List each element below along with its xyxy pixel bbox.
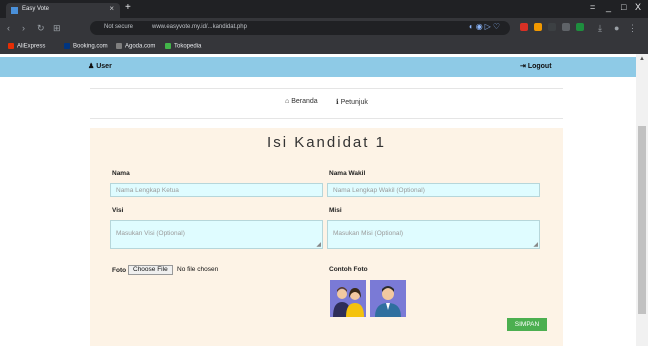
divider: [90, 118, 563, 119]
mission-label: Misi: [329, 207, 342, 214]
back-icon[interactable]: ‹: [7, 23, 10, 33]
nav-home-label: Beranda: [291, 98, 318, 105]
vision-label: Visi: [112, 207, 124, 214]
extension-icon[interactable]: [576, 23, 584, 31]
name-label: Nama: [112, 170, 130, 177]
form-title: Isi Kandidat 1: [267, 134, 386, 151]
logout-label: Logout: [527, 63, 552, 70]
nav-home-link[interactable]: ⌂ Beranda: [285, 98, 318, 105]
user-menu[interactable]: ♟ User: [88, 62, 112, 70]
minimize-button[interactable]: _: [606, 2, 611, 12]
app-header: ♟ User ⇥ Logout: [0, 57, 636, 77]
address-bar[interactable]: Not secure www.easyvote.my.id/...kandida…: [90, 21, 510, 35]
maximize-button[interactable]: □: [621, 2, 626, 12]
extension-icon[interactable]: [520, 23, 528, 31]
example-photo-label: Contoh Foto: [329, 266, 368, 273]
extension-icon[interactable]: [562, 23, 570, 31]
logout-link[interactable]: ⇥ Logout: [520, 62, 552, 70]
man-avatar-icon: [370, 280, 406, 317]
menu-icon[interactable]: ⋮: [628, 23, 637, 34]
candidate-form: Isi Kandidat 1 Nama Nama Lengkap Ketua N…: [90, 128, 563, 346]
vision-placeholder: Masukan Visi (Optional): [116, 230, 185, 237]
reload-icon[interactable]: ↻: [37, 23, 45, 34]
info-icon: ℹ: [336, 99, 339, 106]
page-scrollbar[interactable]: ▲: [636, 54, 648, 346]
bookmark-agoda[interactable]: Agoda.com: [116, 43, 155, 50]
address-bar-icons[interactable]: ◐◉▷♡: [469, 22, 502, 31]
scrollbar-thumb[interactable]: [638, 126, 646, 314]
url-text[interactable]: www.easyvote.my.id/...kandidat.php: [152, 24, 247, 30]
not-secure-label[interactable]: Not secure: [104, 24, 133, 30]
name-input[interactable]: Nama Lengkap Ketua: [110, 183, 323, 197]
bookmark-label: Booking.com: [73, 43, 108, 50]
browser-tab[interactable]: Easy Vote ×: [6, 3, 120, 18]
tab-search-icon[interactable]: =: [590, 2, 595, 12]
bookmark-booking[interactable]: Booking.com: [64, 43, 108, 50]
download-icon[interactable]: ⤓: [598, 23, 602, 34]
mission-placeholder: Masukan Misi (Optional): [333, 230, 404, 237]
nav-help-label: Petunjuk: [340, 99, 368, 106]
bookmark-label: AliExpress: [17, 43, 46, 50]
logout-icon: ⇥: [520, 63, 526, 70]
booking-icon: [64, 43, 70, 49]
agoda-icon: [116, 43, 122, 49]
resize-grip-icon[interactable]: ◢: [533, 241, 538, 248]
bookmark-aliexpress[interactable]: AliExpress: [8, 43, 45, 50]
aliexpress-icon: [8, 43, 14, 49]
save-button[interactable]: SIMPAN: [507, 318, 547, 331]
user-label: User: [96, 63, 112, 70]
bookmark-label: Agoda.com: [125, 43, 156, 50]
mission-textarea[interactable]: Masukan Misi (Optional) ◢: [327, 220, 540, 249]
account-icon[interactable]: ●: [614, 23, 619, 33]
photo-label: Foto: [112, 267, 127, 274]
extension-icon[interactable]: [548, 23, 556, 31]
bookmark-label: Tokopedia: [174, 43, 202, 50]
scroll-up-icon[interactable]: ▲: [639, 56, 645, 62]
browser-toolbar: ‹ › ↻ ⊞ Not secure www.easyvote.my.id/..…: [0, 18, 648, 40]
couple-avatar-icon: [330, 280, 366, 317]
choose-file-button[interactable]: Choose File: [128, 265, 173, 275]
bookmark-tokopedia[interactable]: Tokopedia: [165, 43, 201, 50]
bookmarks-bar: AliExpress Booking.com Agoda.com Tokoped…: [0, 40, 648, 54]
extension-icon[interactable]: [534, 23, 542, 31]
site-favicon-icon: [11, 7, 18, 14]
close-window-button[interactable]: X: [635, 2, 641, 12]
browser-tab-bar: Easy Vote × + = _ □ X: [0, 0, 648, 18]
new-tab-button[interactable]: +: [125, 2, 131, 13]
home-icon: ⌂: [285, 98, 290, 105]
vice-name-label: Nama Wakil: [329, 170, 366, 177]
nav-help-link[interactable]: ℹ Petunjuk: [336, 98, 368, 106]
resize-grip-icon[interactable]: ◢: [316, 241, 321, 248]
apps-icon[interactable]: ⊞: [53, 23, 61, 34]
vision-textarea[interactable]: Masukan Visi (Optional) ◢: [110, 220, 323, 249]
vice-name-input[interactable]: Nama Lengkap Wakil (Optional): [327, 183, 540, 197]
forward-icon[interactable]: ›: [22, 23, 25, 33]
tokopedia-icon: [165, 43, 171, 49]
user-icon: ♟: [88, 63, 95, 70]
tab-close-icon[interactable]: ×: [109, 4, 114, 13]
divider: [90, 88, 563, 89]
file-status: No file chosen: [177, 266, 219, 273]
tab-title: Easy Vote: [22, 6, 50, 12]
